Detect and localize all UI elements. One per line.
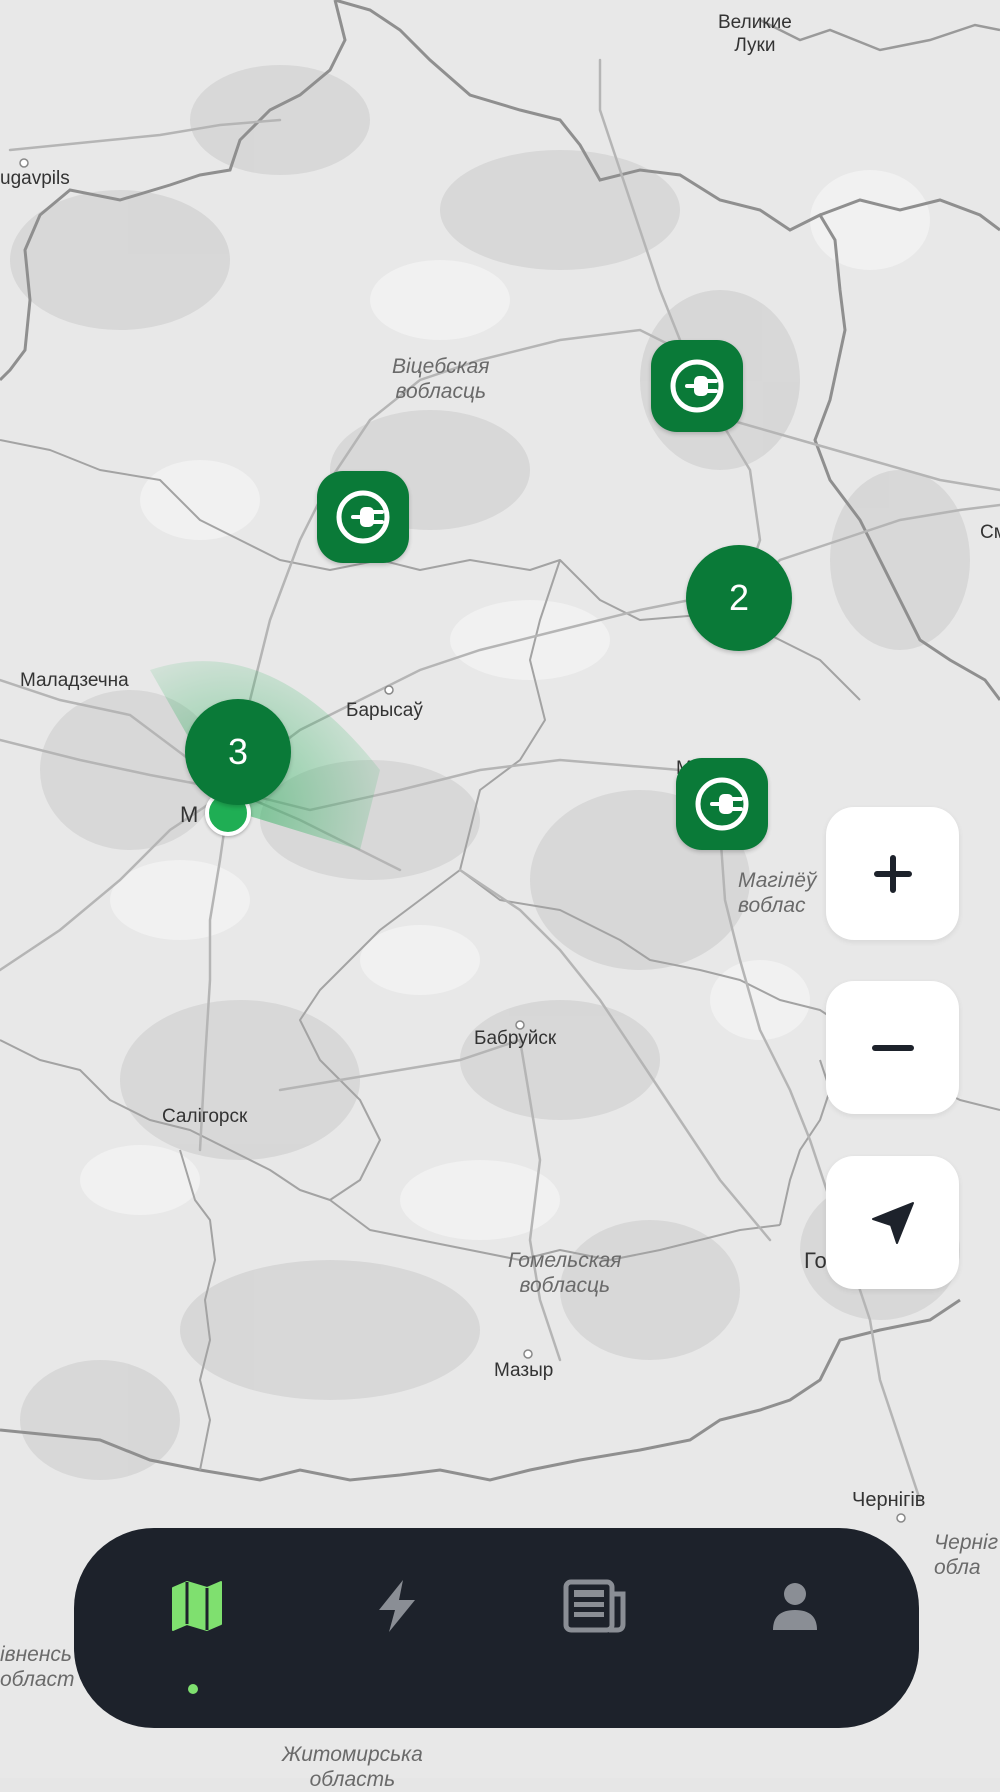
zoom-out-button[interactable] bbox=[826, 981, 959, 1114]
tab-news[interactable] bbox=[550, 1578, 640, 1678]
bottom-tab-bar bbox=[74, 1528, 919, 1728]
tab-map[interactable] bbox=[152, 1578, 242, 1678]
charging-station-marker[interactable] bbox=[651, 340, 743, 432]
place-label-gomel: Го bbox=[804, 1248, 827, 1273]
ev-plug-icon bbox=[695, 777, 749, 831]
minus-icon bbox=[871, 1044, 914, 1051]
place-label-chernihiv-region: Черніг обла bbox=[934, 1531, 999, 1580]
place-label-daugavpils: ugavpils bbox=[0, 168, 70, 189]
station-cluster-marker[interactable]: 3 bbox=[185, 699, 291, 805]
place-label-mahilyou-region: Магілёў воблас bbox=[738, 869, 817, 918]
place-label-smolensk: См bbox=[980, 522, 1000, 543]
place-label-gomel-region: Гомельская вобласць bbox=[508, 1249, 622, 1298]
locate-me-button[interactable] bbox=[826, 1156, 959, 1289]
cluster-count: 2 bbox=[728, 577, 750, 618]
place-label-rivne-region: івненсь област bbox=[0, 1643, 75, 1692]
newspaper-icon bbox=[563, 1579, 626, 1633]
place-label-velikie-luki: Великие Луки bbox=[718, 12, 792, 56]
person-icon bbox=[773, 1583, 817, 1630]
tab-profile[interactable] bbox=[750, 1578, 840, 1678]
ev-plug-icon bbox=[670, 359, 724, 413]
station-cluster-marker[interactable]: 2 bbox=[686, 545, 792, 651]
place-label-barysau: Барысаў bbox=[346, 700, 423, 721]
ev-plug-icon bbox=[336, 490, 390, 544]
place-label-salihorsk: Салігорск bbox=[162, 1106, 248, 1127]
tab-charging[interactable] bbox=[352, 1578, 442, 1678]
place-label-babruysk: Бабруйск bbox=[474, 1028, 557, 1049]
lightning-icon bbox=[379, 1580, 415, 1632]
charging-station-marker[interactable] bbox=[676, 758, 768, 850]
plus-icon bbox=[873, 854, 912, 893]
zoom-in-button[interactable] bbox=[826, 807, 959, 940]
navigation-arrow-icon bbox=[871, 1201, 914, 1244]
active-tab-indicator bbox=[188, 1684, 198, 1694]
place-label-zhytomyr-region: Житомирська область bbox=[282, 1743, 423, 1792]
place-label-mazyr: Мазыр bbox=[494, 1360, 554, 1381]
place-label-chernihiv: Чернігів bbox=[852, 1489, 926, 1511]
cluster-count: 3 bbox=[227, 731, 249, 772]
map-icon bbox=[172, 1581, 222, 1631]
place-label-maladzechna: Маладзечна bbox=[20, 670, 129, 691]
place-label-minsk: М bbox=[180, 802, 199, 827]
charging-station-marker[interactable] bbox=[317, 471, 409, 563]
place-label-vitebsk-region: Віцебская вобласць bbox=[392, 355, 490, 404]
